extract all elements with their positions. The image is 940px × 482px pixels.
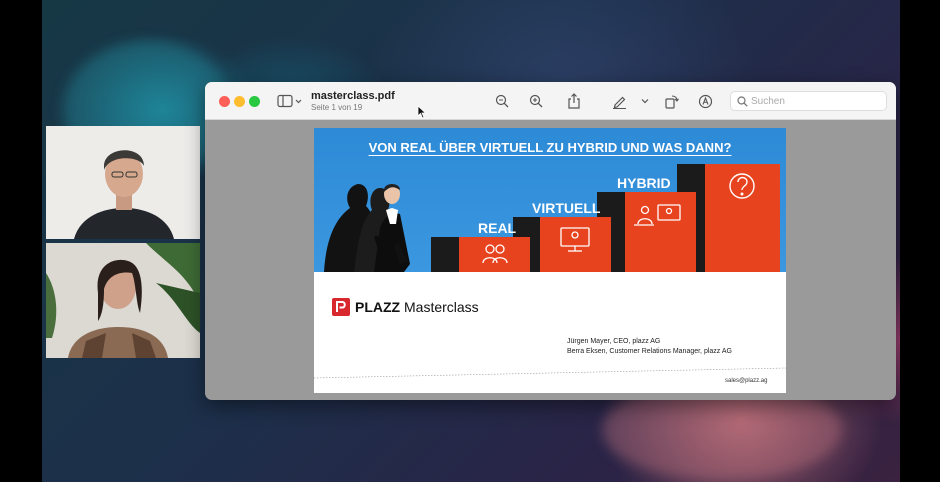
slide-banner: VON REAL ÜBER VIRTUELL ZU HYBRID UND WAS… bbox=[314, 128, 786, 272]
document-title: masterclass.pdf bbox=[311, 90, 395, 102]
zoom-in-icon bbox=[529, 94, 543, 108]
presenter-line-1: Jürgen Mayer, CEO, plazz AG bbox=[567, 338, 661, 345]
markup-icon bbox=[612, 96, 626, 109]
search-field[interactable] bbox=[730, 91, 887, 111]
search-input[interactable] bbox=[751, 94, 881, 108]
sidebar-icon bbox=[277, 94, 302, 108]
zoom-out-button[interactable] bbox=[494, 92, 510, 110]
pdf-page: VON REAL ÜBER VIRTUELL ZU HYBRID UND WAS… bbox=[314, 128, 786, 393]
rotate-icon bbox=[664, 94, 679, 109]
sidebar-toggle-button[interactable] bbox=[277, 92, 303, 110]
zoom-out-icon bbox=[495, 94, 509, 108]
step-label-virtuell: VIRTUELL bbox=[532, 200, 601, 216]
pdf-preview-window: masterclass.pdf Seite 1 von 19 Suchen VO… bbox=[205, 82, 896, 400]
plazz-logo bbox=[332, 298, 350, 316]
minimize-button[interactable] bbox=[234, 96, 245, 107]
markup-button[interactable] bbox=[611, 92, 627, 110]
annotate-button[interactable] bbox=[697, 92, 713, 110]
share-button[interactable] bbox=[566, 92, 582, 110]
participant-video-2[interactable] bbox=[46, 243, 200, 358]
masterclass-title: PLAZZ Masterclass bbox=[355, 299, 479, 315]
search-icon bbox=[737, 96, 748, 107]
desktop-stage: masterclass.pdf Seite 1 von 19 Suchen VO… bbox=[0, 0, 940, 482]
participant-video-1[interactable] bbox=[46, 126, 200, 239]
footer-divider bbox=[314, 367, 786, 379]
sales-contact: sales@plazz.ag bbox=[725, 378, 768, 384]
brand-name: PLAZZ bbox=[355, 299, 401, 315]
brand-suffix: Masterclass bbox=[404, 299, 479, 315]
window-toolbar: masterclass.pdf Seite 1 von 19 bbox=[205, 82, 896, 120]
share-icon bbox=[568, 93, 580, 109]
zoom-in-button[interactable] bbox=[528, 92, 544, 110]
rotate-button[interactable] bbox=[663, 92, 679, 110]
close-button[interactable] bbox=[219, 96, 230, 107]
markup-menu-button[interactable] bbox=[639, 92, 651, 110]
annotate-icon bbox=[698, 94, 712, 108]
step-label-real: REAL bbox=[478, 220, 517, 236]
page-indicator: Seite 1 von 19 bbox=[311, 103, 363, 112]
plazz-logo-icon bbox=[336, 301, 346, 312]
fullscreen-button[interactable] bbox=[249, 96, 260, 107]
presenter-line-2: Berra Eksen, Customer Relations Manager,… bbox=[567, 348, 732, 355]
cursor-icon bbox=[417, 105, 427, 119]
step-label-hybrid: HYBRID bbox=[617, 175, 671, 191]
chevron-down-icon bbox=[641, 99, 649, 104]
